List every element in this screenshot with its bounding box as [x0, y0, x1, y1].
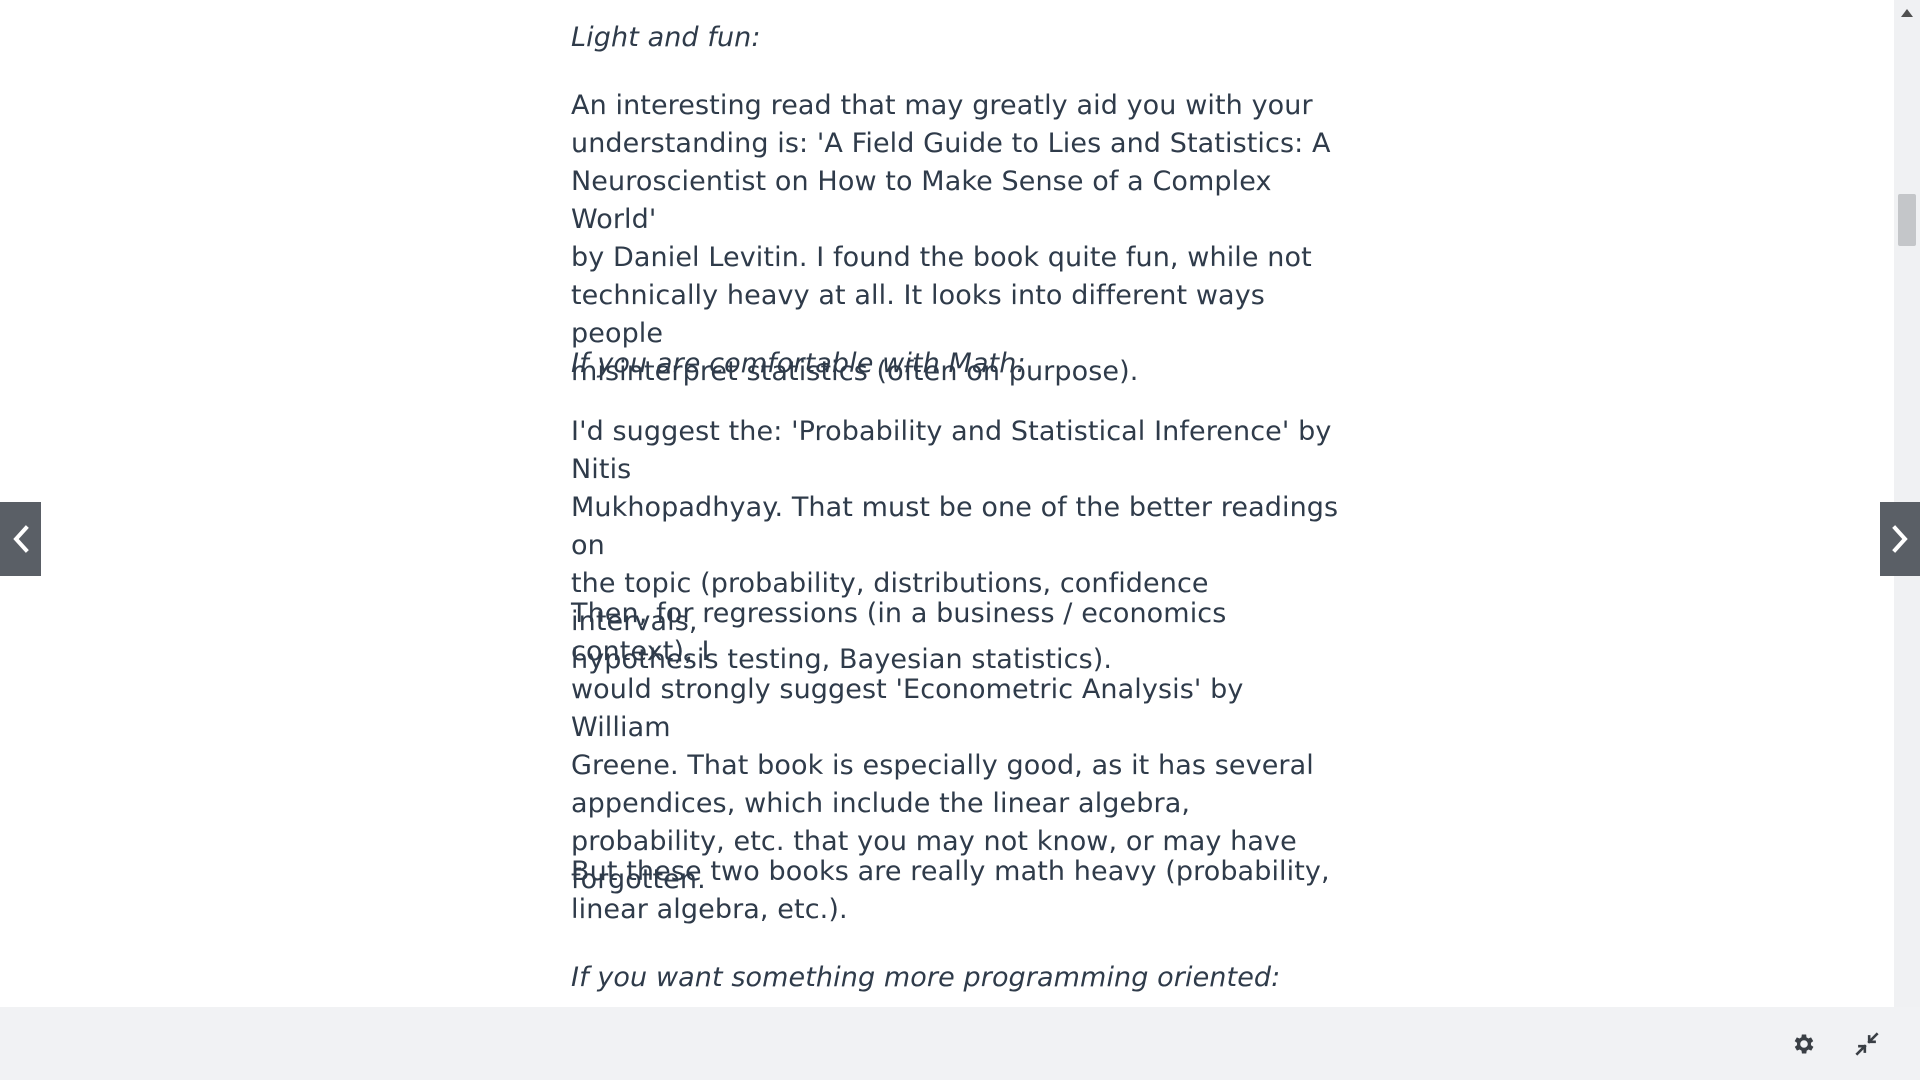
reader-toolbar — [0, 1007, 1920, 1080]
section-heading-light-and-fun: Light and fun: — [571, 22, 761, 53]
chevron-left-icon — [12, 525, 29, 553]
next-page-button[interactable] — [1880, 502, 1920, 576]
reader-viewport[interactable]: Light and fun: An interesting read that … — [0, 0, 1894, 1007]
settings-button[interactable] — [1789, 1029, 1819, 1059]
gear-icon — [1794, 1034, 1814, 1054]
scrollbar-thumb[interactable] — [1898, 194, 1916, 246]
chevron-right-icon — [1892, 525, 1908, 553]
paragraph-math-heavy: But these two books are really math heav… — [571, 856, 1330, 925]
exit-fullscreen-button[interactable] — [1852, 1029, 1882, 1059]
scroll-up-arrow-icon[interactable] — [1894, 0, 1920, 26]
section-heading-math: If you are comfortable with Math: — [571, 348, 1026, 379]
section-heading-programming: If you want something more programming o… — [571, 962, 1281, 993]
previous-page-button[interactable] — [0, 502, 41, 576]
collapse-arrows-icon — [1855, 1032, 1879, 1056]
